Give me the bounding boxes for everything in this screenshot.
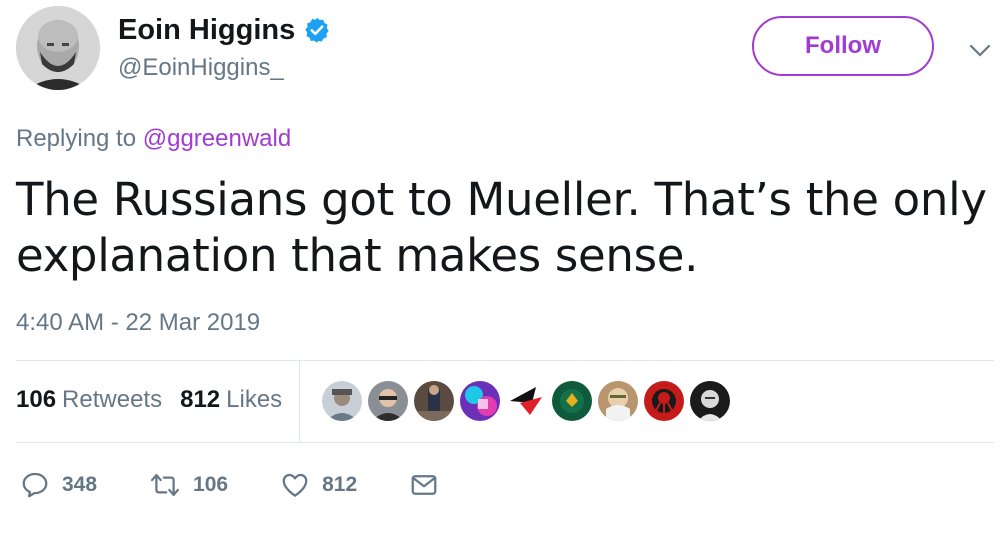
tweet-timestamp[interactable]: 4:40 AM - 22 Mar 2019	[16, 308, 260, 338]
reply-button[interactable]: 348	[20, 470, 97, 500]
reply-mention-link[interactable]: @ggreenwald	[143, 125, 291, 152]
reply-icon	[20, 470, 50, 500]
liker-avatars	[322, 381, 730, 421]
divider	[16, 442, 994, 443]
tweet-text: The Russians got to Mueller. That’s the …	[16, 173, 987, 282]
follow-button[interactable]: Follow	[752, 16, 934, 76]
retweets-count: 106	[16, 386, 57, 413]
likes-count: 812	[180, 386, 221, 413]
liker-avatar-3[interactable]	[414, 381, 454, 421]
verified-badge-icon	[303, 16, 331, 44]
heart-icon	[280, 470, 310, 500]
liker-avatar-7[interactable]	[598, 381, 638, 421]
liker-avatar-2[interactable]	[368, 381, 408, 421]
tweet-stats: 106 Retweets 812 Likes	[16, 384, 282, 416]
likes-label: Likes	[226, 386, 283, 413]
author-avatar[interactable]	[16, 6, 100, 90]
reply-context-prefix: Replying to	[16, 125, 137, 152]
retweets-stat[interactable]: 106 Retweets	[16, 384, 162, 416]
liker-avatar-1[interactable]	[322, 381, 362, 421]
liker-avatar-4[interactable]	[460, 381, 500, 421]
envelope-icon	[409, 470, 439, 500]
direct-message-button[interactable]	[409, 470, 439, 500]
liker-avatar-8[interactable]	[644, 381, 684, 421]
author-name-row[interactable]: Eoin Higgins	[118, 12, 331, 48]
like-button[interactable]: 812	[280, 470, 357, 500]
reply-context: Replying to @ggreenwald	[16, 124, 291, 154]
chevron-down-icon[interactable]	[968, 40, 992, 60]
tweet-action-bar: 348 106 812	[20, 470, 491, 500]
retweets-label: Retweets	[62, 386, 163, 413]
like-count: 812	[322, 473, 358, 496]
author-handle[interactable]: @EoinHiggins_	[118, 53, 284, 83]
retweet-count: 106	[193, 473, 229, 496]
author-display-name[interactable]: Eoin Higgins	[118, 12, 295, 48]
liker-avatar-9[interactable]	[690, 381, 730, 421]
reply-count: 348	[62, 473, 98, 496]
liker-avatar-5[interactable]	[506, 381, 546, 421]
likes-stat[interactable]: 812 Likes	[180, 384, 282, 416]
retweet-button[interactable]: 106	[149, 470, 228, 500]
retweet-icon	[149, 470, 181, 500]
stats-separator	[299, 361, 300, 442]
tweet-card: Eoin Higgins @EoinHiggins_ Follow Replyi…	[0, 0, 1006, 548]
divider	[16, 360, 994, 361]
liker-avatar-6[interactable]	[552, 381, 592, 421]
